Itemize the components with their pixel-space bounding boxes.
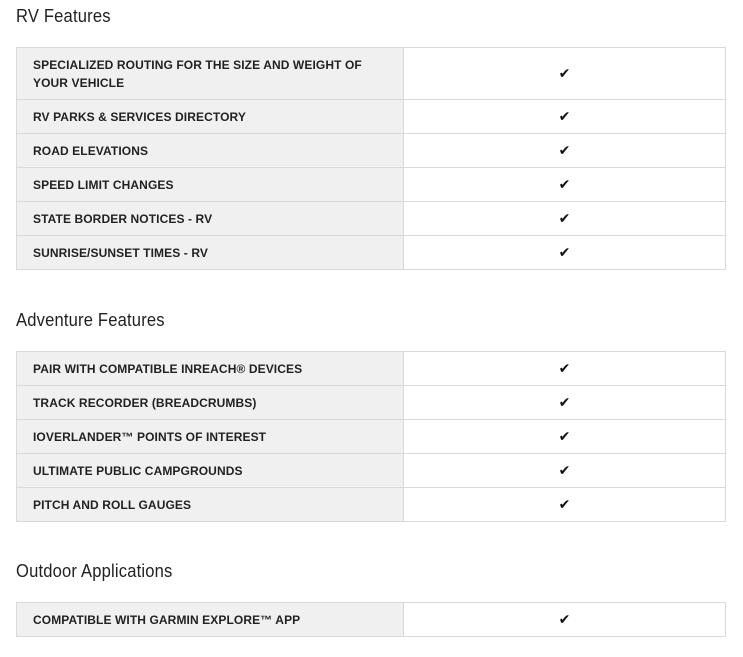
feature-label: SPECIALIZED ROUTING FOR THE SIZE AND WEI… (16, 47, 404, 100)
checkmark-icon: ✔ (558, 611, 571, 628)
table-row: SPECIALIZED ROUTING FOR THE SIZE AND WEI… (16, 47, 726, 100)
feature-value: ✔ (403, 419, 726, 454)
table-row: RV PARKS & SERVICES DIRECTORY ✔ (16, 99, 726, 134)
feature-label: SUNRISE/SUNSET TIMES - RV (16, 235, 404, 270)
table-row: STATE BORDER NOTICES - RV ✔ (16, 201, 726, 236)
feature-value: ✔ (403, 47, 726, 100)
checkmark-icon: ✔ (558, 394, 571, 411)
feature-label: PITCH AND ROLL GAUGES (16, 487, 404, 522)
feature-label: RV PARKS & SERVICES DIRECTORY (16, 99, 404, 134)
feature-value: ✔ (403, 235, 726, 270)
spec-table-outdoor-applications: COMPATIBLE WITH GARMIN EXPLORE™ APP ✔ (16, 602, 726, 637)
section-title: RV Features (16, 6, 111, 26)
feature-value: ✔ (403, 99, 726, 134)
checkmark-icon: ✔ (558, 462, 571, 479)
checkmark-icon: ✔ (558, 244, 571, 261)
checkmark-icon: ✔ (558, 108, 571, 125)
table-row: PAIR WITH COMPATIBLE INREACH® DEVICES ✔ (16, 351, 726, 386)
table-row: COMPATIBLE WITH GARMIN EXPLORE™ APP ✔ (16, 602, 726, 637)
section-title: Outdoor Applications (16, 561, 173, 581)
table-row: SUNRISE/SUNSET TIMES - RV ✔ (16, 235, 726, 270)
feature-value: ✔ (403, 602, 726, 637)
feature-label: ULTIMATE PUBLIC CAMPGROUNDS (16, 453, 404, 488)
checkmark-icon: ✔ (558, 428, 571, 445)
table-row: ROAD ELEVATIONS ✔ (16, 133, 726, 168)
feature-label: TRACK RECORDER (BREADCRUMBS) (16, 385, 404, 420)
feature-value: ✔ (403, 351, 726, 386)
checkmark-icon: ✔ (558, 360, 571, 377)
section-title: Adventure Features (16, 310, 165, 330)
feature-label: COMPATIBLE WITH GARMIN EXPLORE™ APP (16, 602, 404, 637)
spec-table-rv-features: SPECIALIZED ROUTING FOR THE SIZE AND WEI… (16, 47, 726, 270)
table-row: ULTIMATE PUBLIC CAMPGROUNDS ✔ (16, 453, 726, 488)
checkmark-icon: ✔ (558, 65, 571, 82)
feature-value: ✔ (403, 133, 726, 168)
feature-label: SPEED LIMIT CHANGES (16, 167, 404, 202)
table-row: IOVERLANDER™ POINTS OF INTEREST ✔ (16, 419, 726, 454)
table-row: PITCH AND ROLL GAUGES ✔ (16, 487, 726, 522)
feature-value: ✔ (403, 167, 726, 202)
checkmark-icon: ✔ (558, 142, 571, 159)
checkmark-icon: ✔ (558, 210, 571, 227)
table-row: TRACK RECORDER (BREADCRUMBS) ✔ (16, 385, 726, 420)
checkmark-icon: ✔ (558, 176, 571, 193)
feature-value: ✔ (403, 385, 726, 420)
feature-value: ✔ (403, 487, 726, 522)
feature-label: IOVERLANDER™ POINTS OF INTEREST (16, 419, 404, 454)
feature-label: PAIR WITH COMPATIBLE INREACH® DEVICES (16, 351, 404, 386)
feature-label: ROAD ELEVATIONS (16, 133, 404, 168)
checkmark-icon: ✔ (558, 496, 571, 513)
spec-table-adventure-features: PAIR WITH COMPATIBLE INREACH® DEVICES ✔ … (16, 351, 726, 522)
feature-value: ✔ (403, 201, 726, 236)
table-row: SPEED LIMIT CHANGES ✔ (16, 167, 726, 202)
feature-label: STATE BORDER NOTICES - RV (16, 201, 404, 236)
feature-value: ✔ (403, 453, 726, 488)
